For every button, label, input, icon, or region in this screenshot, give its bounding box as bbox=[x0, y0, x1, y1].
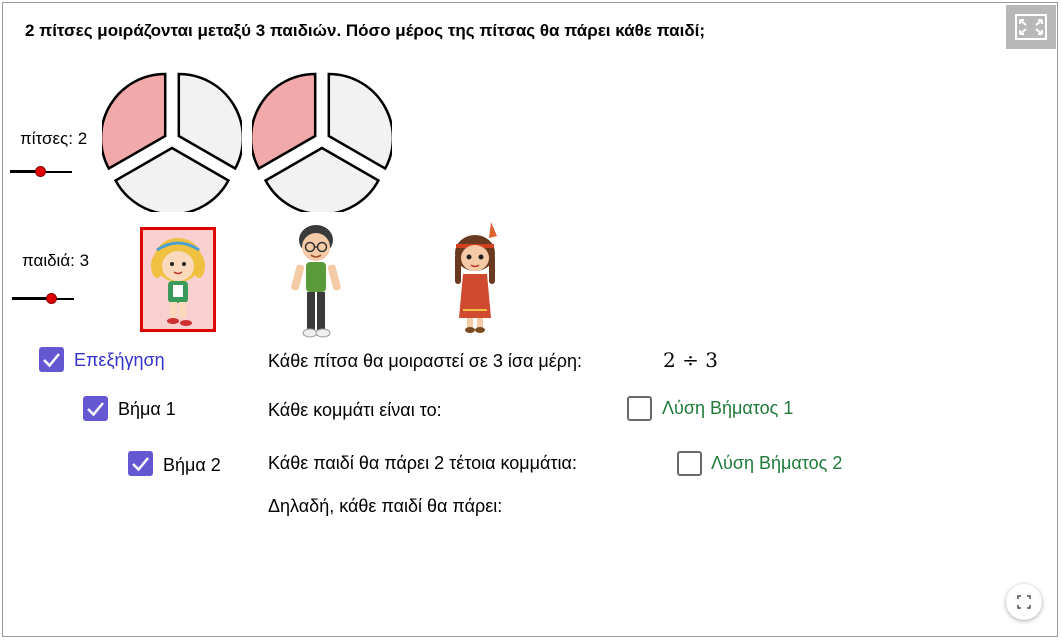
question-text: 2 πίτσες μοιράζονται μεταξύ 3 παιδιών. Π… bbox=[25, 21, 706, 40]
pizzas-slider-handle[interactable] bbox=[35, 166, 46, 177]
fullscreen-button[interactable] bbox=[1006, 5, 1056, 49]
solution2-label[interactable]: Λύση Βήματος 2 bbox=[711, 453, 842, 474]
expand-button[interactable] bbox=[1006, 584, 1042, 620]
native-girl-kid[interactable] bbox=[447, 220, 507, 335]
pizza-1-slice-3 bbox=[113, 146, 231, 212]
solution2-checkbox[interactable] bbox=[677, 451, 702, 476]
pizza-2-slice-1 bbox=[252, 72, 317, 171]
pizzas-slider-label: πίτσες: 2 bbox=[20, 129, 88, 148]
pizza-2-slice-3 bbox=[263, 146, 381, 212]
boy-kid[interactable] bbox=[286, 220, 346, 340]
division-expression: 2 ÷ 3 bbox=[663, 348, 718, 372]
checkmark-icon bbox=[43, 353, 60, 368]
kids-slider-handle[interactable] bbox=[46, 293, 57, 304]
pizza-2 bbox=[252, 72, 392, 212]
explanation-checkbox[interactable] bbox=[39, 347, 64, 372]
solution1-checkbox[interactable] bbox=[627, 396, 652, 421]
explanation-label[interactable]: Επεξήγηση bbox=[74, 350, 165, 371]
step2-label[interactable]: Βήμα 2 bbox=[163, 455, 221, 476]
kids-slider-track[interactable] bbox=[12, 297, 74, 300]
step2-checkbox[interactable] bbox=[128, 451, 153, 476]
pizza-1-slice-2 bbox=[177, 72, 242, 171]
checkmark-icon bbox=[87, 402, 104, 417]
explanation-line-4: Δηλαδή, κάθε παιδί θα πάρει: bbox=[268, 496, 503, 516]
step1-checkbox[interactable] bbox=[83, 396, 108, 421]
explanation-line-2: Κάθε κομμάτι είναι το: bbox=[268, 400, 442, 420]
selected-kid-frame[interactable] bbox=[140, 227, 216, 332]
girl-kid bbox=[151, 238, 205, 326]
pizza-2-slice-2 bbox=[327, 72, 392, 171]
solution1-label[interactable]: Λύση Βήματος 1 bbox=[662, 398, 793, 419]
pizza-1 bbox=[102, 72, 242, 212]
fullscreen-icon bbox=[1015, 14, 1047, 40]
explanation-line-1: Κάθε πίτσα θα μοιραστεί σε 3 ίσα μέρη: bbox=[268, 351, 583, 371]
expand-icon bbox=[1017, 595, 1031, 609]
checkmark-icon bbox=[132, 457, 149, 472]
step1-label[interactable]: Βήμα 1 bbox=[118, 399, 176, 420]
kids-slider-label: παιδιά: 3 bbox=[22, 251, 90, 270]
pizza-1-slice-1 bbox=[102, 72, 167, 171]
explanation-line-3: Κάθε παιδί θα πάρει 2 τέτοια κομμάτια: bbox=[268, 453, 577, 473]
